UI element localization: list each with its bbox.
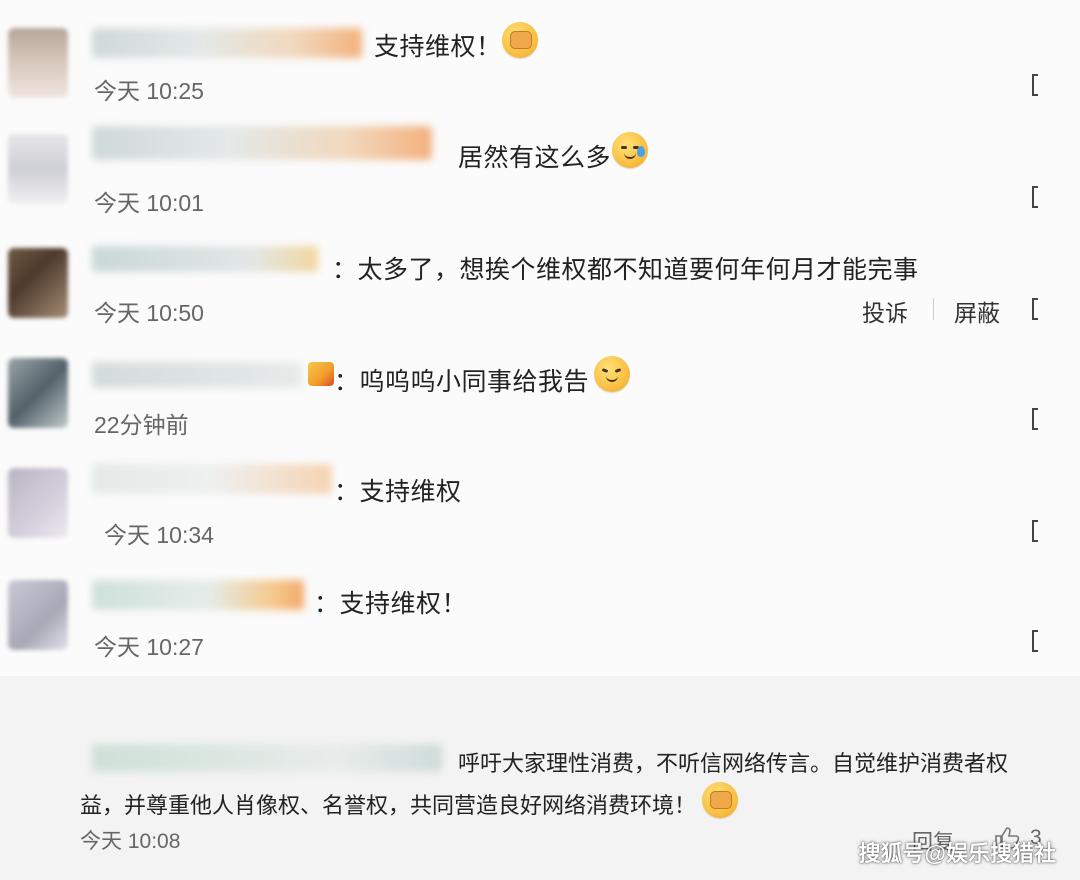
comment-item: ：呜呜呜小同事给我告 22分钟前: [0, 342, 1056, 455]
comment-time: 今天 10:01: [94, 190, 204, 216]
comment-text: 支持维权！: [374, 33, 502, 61]
comment-time: 今天 10:08: [80, 830, 181, 853]
username-blurred[interactable]: [92, 246, 318, 272]
username-blurred[interactable]: [92, 362, 302, 388]
comment-item: ：太多了，想挨个维权都不知道要何年何月才能完事 今天 10:50 投诉 屏蔽: [0, 230, 1056, 343]
more-icon[interactable]: [1032, 74, 1038, 96]
comment-time: 今天 10:34: [104, 522, 214, 548]
more-icon[interactable]: [1032, 298, 1038, 320]
more-icon[interactable]: [1032, 186, 1038, 208]
sweat-face-emoji-icon: [612, 132, 648, 168]
comment-text: ：太多了，想挨个维权都不知道要何年何月才能完事: [332, 256, 919, 284]
comments-page: 支持维权！ 今天 10:25 居然有这么多 今天 10:01 ：太多了，想挨个维…: [0, 0, 1080, 880]
username-blurred[interactable]: [92, 464, 332, 494]
avatar[interactable]: [8, 134, 68, 204]
username-blurred[interactable]: [92, 580, 304, 610]
comment-item: 支持维权！ 今天 10:25: [0, 0, 1056, 119]
comment-text: ：支持维权: [334, 478, 462, 506]
username-blurred[interactable]: [92, 28, 362, 58]
dizzy-face-emoji-icon: [594, 356, 630, 392]
comment-text: ：支持维权！: [314, 590, 468, 618]
avatar[interactable]: [8, 580, 68, 650]
username-blurred[interactable]: [92, 126, 432, 160]
comment-item: 居然有这么多 今天 10:01: [0, 118, 1056, 231]
avatar[interactable]: [8, 28, 68, 98]
more-icon[interactable]: [1032, 408, 1038, 430]
fist-emoji-icon: [702, 782, 738, 818]
watermark: 搜狐号@娱乐搜猎社: [858, 841, 1056, 866]
official-comment: 呼吁大家理性消费，不听信网络传言。自觉维护消费者权 益，并尊重他人肖像权、名誉权…: [0, 676, 1080, 880]
avatar[interactable]: [8, 248, 68, 318]
fist-emoji-icon: [502, 22, 538, 58]
username-blurred[interactable]: [92, 744, 442, 772]
avatar[interactable]: [8, 358, 68, 428]
comment-text-line1: 呼吁大家理性消费，不听信网络传言。自觉维护消费者权: [458, 751, 1009, 776]
avatar[interactable]: [8, 468, 68, 538]
comment-text-line2: 益，并尊重他人肖像权、名誉权，共同营造良好网络消费环境！: [80, 793, 697, 818]
report-button[interactable]: 投诉: [862, 294, 908, 328]
badge-icon: [308, 362, 334, 386]
block-button[interactable]: 屏蔽: [954, 294, 1000, 328]
comment-time: 22分钟前: [94, 412, 189, 438]
comment-item: ：支持维权 今天 10:34: [0, 454, 1056, 567]
more-icon[interactable]: [1032, 630, 1038, 652]
comment-time: 今天 10:27: [94, 634, 204, 660]
comment-item: ：支持维权！ 今天 10:27: [0, 566, 1056, 677]
action-divider: [933, 298, 934, 320]
comment-text: 居然有这么多: [458, 144, 612, 172]
more-icon[interactable]: [1032, 520, 1038, 542]
comment-time: 今天 10:50: [94, 300, 204, 326]
comment-time: 今天 10:25: [94, 78, 204, 104]
comment-text: ：呜呜呜小同事给我告: [334, 368, 590, 396]
